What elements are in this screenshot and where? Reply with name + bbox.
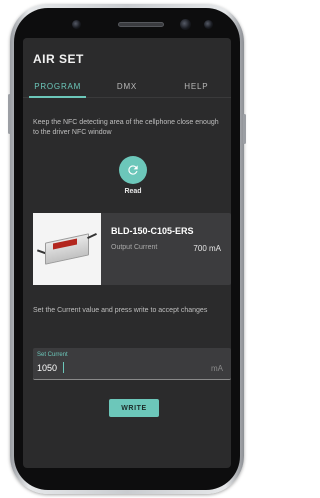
tab-dmx[interactable]: DMX: [92, 80, 161, 97]
nfc-instruction: Keep the NFC detecting area of the cellp…: [33, 119, 219, 136]
driver-image: [33, 213, 101, 285]
power-button: [243, 114, 246, 144]
tab-program[interactable]: PROGRAM: [23, 80, 92, 98]
app-title: AIR SET: [33, 52, 84, 66]
output-current-row: Output Current 700 mA: [111, 244, 231, 253]
write-button[interactable]: WRITE: [109, 399, 159, 417]
set-current-label: Set Current: [37, 352, 68, 358]
volume-button: [8, 94, 11, 134]
earpiece-speaker: [118, 22, 164, 27]
write-instruction: Set the Current value and press write to…: [33, 307, 208, 314]
product-info: BLD-150-C105-ERS Output Current 700 mA: [101, 213, 231, 285]
tab-bar: PROGRAM DMX HELP: [23, 80, 231, 98]
output-current-label: Output Current: [111, 244, 158, 251]
driver-body: [45, 233, 89, 265]
app-bar: AIR SET PROGRAM DMX HELP: [23, 38, 231, 98]
iris-sensor: [204, 20, 213, 29]
set-current-field[interactable]: Set Current 1050 mA: [33, 348, 231, 380]
set-current-unit: mA: [211, 364, 223, 373]
refresh-icon: [128, 165, 138, 175]
tab-help[interactable]: HELP: [162, 80, 231, 97]
read-button[interactable]: [119, 156, 147, 184]
output-current-value: 700 mA: [193, 244, 221, 253]
set-current-input[interactable]: 1050: [37, 363, 57, 373]
front-camera: [180, 19, 191, 30]
text-cursor: [63, 362, 64, 373]
proximity-sensor: [72, 20, 81, 29]
product-name: BLD-150-C105-ERS: [111, 226, 194, 236]
product-card: BLD-150-C105-ERS Output Current 700 mA: [33, 213, 231, 285]
app-screen: AIR SET PROGRAM DMX HELP Keep the NFC de…: [23, 38, 231, 468]
read-label: Read: [124, 188, 142, 195]
